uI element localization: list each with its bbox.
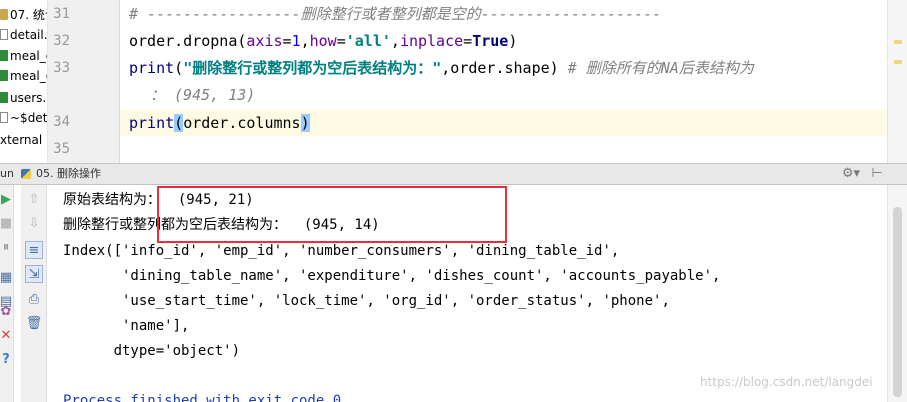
stop-icon[interactable]: ■ <box>0 215 15 233</box>
scrollbar-marker <box>894 40 902 44</box>
close-icon[interactable]: ✕ <box>0 327 15 345</box>
console-line: Index(['info_id', 'emp_id', 'number_cons… <box>63 243 620 259</box>
run-label: un <box>0 167 14 180</box>
scroll-to-end-icon[interactable]: ⇲ <box>25 265 43 283</box>
editor-scrollbar[interactable] <box>887 0 907 163</box>
help-icon[interactable]: ? <box>0 351 15 369</box>
code-line-32: order.dropna(axis=1,how='all',inplace=Tr… <box>129 31 517 51</box>
line-number: 32 <box>53 33 70 49</box>
line-number: 34 <box>53 114 70 130</box>
print-icon[interactable]: ⎙ <box>25 291 43 309</box>
comment: # 删除所有的NA后表结构为 <box>558 59 754 77</box>
code-token: True <box>472 32 509 50</box>
run-tab-label[interactable]: 05. 删除操作 <box>36 164 101 184</box>
tree-item-file[interactable]: meal_o <box>0 67 47 85</box>
tree-item-file[interactable]: ~$det <box>0 109 47 127</box>
console-exit-line: Process finished with exit code 0 <box>63 393 342 402</box>
code-token: "删除整行或整列都为空后表结构为：" <box>183 59 442 77</box>
file-icon <box>0 112 8 123</box>
comment: ： (945, 13) <box>150 86 256 104</box>
code-token: 'all' <box>345 32 391 50</box>
tree-item-file[interactable]: users.: <box>0 89 48 107</box>
code-line-33-wrap: ： (945, 13) <box>150 85 255 105</box>
code-token: print <box>129 114 175 132</box>
line-number: 35 <box>53 141 70 157</box>
run-toolbar-secondary: ⇧ ⇩ ≡ ⇲ ⎙ 🗑 <box>21 185 47 402</box>
pause-icon[interactable]: ⏸ <box>0 239 15 257</box>
python-icon <box>21 169 31 179</box>
comment: # -----------------删除整行或者整列都是空的---------… <box>129 5 662 23</box>
code-token: axis <box>246 32 283 50</box>
tree-item-label: users.: <box>10 91 48 105</box>
console-line: 'use_start_time', 'lock_time', 'org_id',… <box>63 293 670 309</box>
excel-icon <box>0 50 8 61</box>
code-token: ) <box>508 32 518 50</box>
tree-item-label: detail. <box>10 28 48 42</box>
matched-paren: ( <box>174 114 184 132</box>
gear-icon[interactable]: ⚙▾ <box>841 164 861 184</box>
tree-item-file[interactable]: detail. <box>0 26 48 44</box>
tree-item-label: xternal L <box>0 133 48 147</box>
tree-item-label: meal_o <box>10 49 47 63</box>
code-token: , <box>390 32 400 50</box>
scrollbar-marker <box>894 60 902 64</box>
run-console[interactable]: 原始表结构为： (945, 21) 删除整行或整列都为空后表结构为： (945,… <box>48 185 887 402</box>
console-line: dtype='object') <box>63 343 241 359</box>
console-line: 'dining_table_name', 'expenditure', 'dis… <box>63 268 721 284</box>
trash-icon[interactable]: 🗑 <box>25 315 43 333</box>
line-number: 31 <box>53 6 70 22</box>
code-token: , <box>300 32 310 50</box>
code-line-31: # -----------------删除整行或者整列都是空的---------… <box>129 4 661 24</box>
tree-item-file[interactable]: meal_o <box>0 47 47 65</box>
minimize-icon[interactable]: ⊢ <box>870 164 884 184</box>
matched-paren: ) <box>300 114 310 132</box>
code-token: order.dropna( <box>129 32 247 50</box>
soft-wrap-icon[interactable]: ≡ <box>25 241 43 259</box>
code-token: = <box>336 32 346 50</box>
code-token: order.columns <box>183 114 301 132</box>
console-scrollbar-thumb[interactable] <box>893 207 902 397</box>
run-toolbar-primary: ▶ ■ ⏸ ▦ ▤ ✿ ✕ ? <box>0 185 14 402</box>
code-token: ( <box>174 59 184 77</box>
project-tree: 07. 统计 detail. meal_o meal_o users.: ~$d… <box>0 0 48 163</box>
folder-icon <box>0 9 8 20</box>
pin-icon[interactable]: ✿ <box>0 303 15 321</box>
code-token: print <box>129 59 175 77</box>
file-icon <box>0 29 8 40</box>
console-line: 删除整行或整列都为空后表结构为： (945, 14) <box>63 217 380 233</box>
down-arrow-icon[interactable]: ⇩ <box>25 215 43 233</box>
console-line: 原始表结构为： (945, 21) <box>63 192 254 208</box>
console-scrollbar[interactable] <box>887 185 907 402</box>
editor-gutter: 31 32 33 34 35 <box>48 0 120 163</box>
line-number: 33 <box>53 60 70 76</box>
run-tool-window-header: un 05. 删除操作 ⚙▾ ⊢ <box>0 163 907 185</box>
code-line-33: print("删除整行或整列都为空后表结构为：",order.shape) # … <box>129 58 754 78</box>
tree-item-label: ~$det <box>10 111 48 125</box>
excel-icon <box>0 92 8 103</box>
watermark: https://blog.csdn.net/langdei <box>700 375 873 389</box>
rerun-icon[interactable]: ▶ <box>0 191 15 209</box>
excel-icon <box>0 70 8 81</box>
code-line-34: print(order.columns) <box>129 113 310 133</box>
up-arrow-icon[interactable]: ⇧ <box>25 191 43 209</box>
code-editor[interactable]: # -----------------删除整行或者整列都是空的---------… <box>120 0 887 163</box>
code-token: = <box>463 32 473 50</box>
code-token: how <box>309 32 337 50</box>
restore-layout-icon[interactable]: ▦ <box>0 269 15 287</box>
tree-item-folder[interactable]: 07. 统计 <box>0 6 47 24</box>
console-line: 'name'], <box>63 318 190 334</box>
code-token: ,order.shape) <box>441 59 559 77</box>
tree-item-label: meal_o <box>10 69 47 83</box>
code-token: = <box>282 32 292 50</box>
code-token: 1 <box>291 32 301 50</box>
tree-item-label: 07. 统计 <box>10 8 47 22</box>
code-token: inplace <box>399 32 464 50</box>
tree-item-external-libraries[interactable]: xternal L <box>0 131 48 149</box>
